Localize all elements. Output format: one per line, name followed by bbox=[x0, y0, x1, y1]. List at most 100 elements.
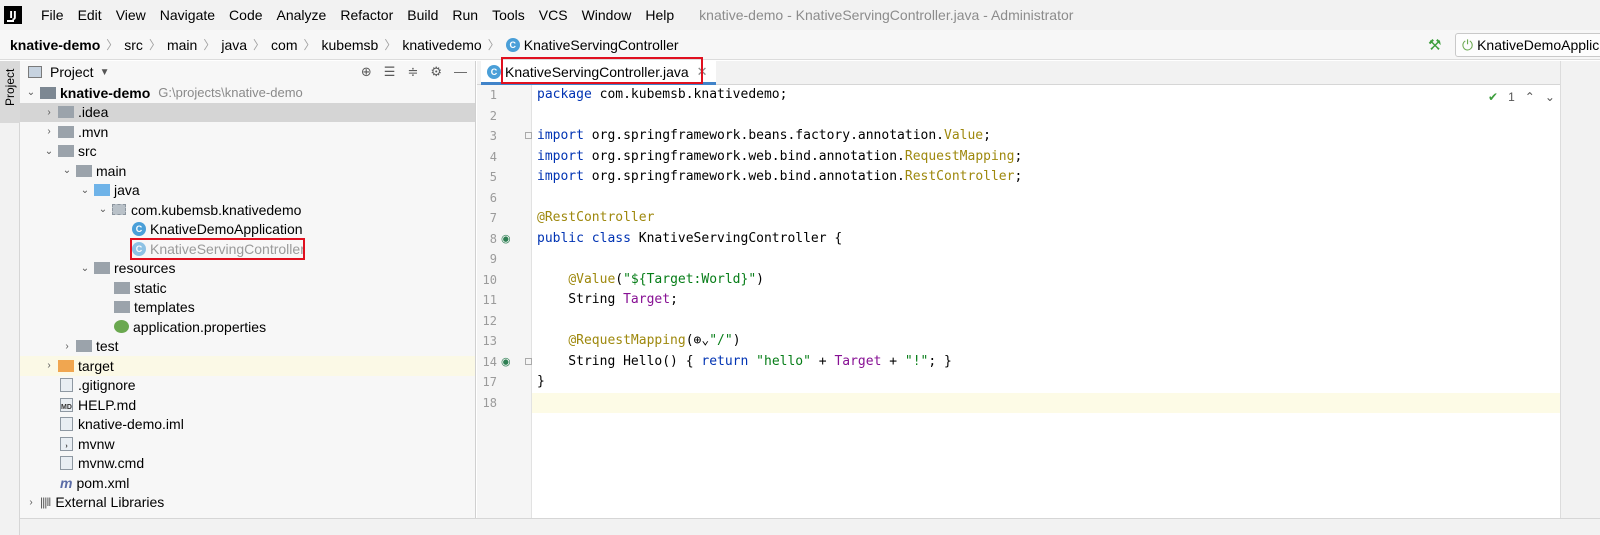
build-hammer-icon[interactable]: ⚒ bbox=[1428, 36, 1441, 54]
code-token: ; bbox=[1014, 148, 1023, 164]
chevron-down-icon[interactable]: ⌄ bbox=[78, 185, 92, 196]
tree-node-mvnw[interactable]: › mvnw bbox=[20, 434, 475, 454]
code-line[interactable]: package com.kubemsb.knativedemo; bbox=[532, 85, 1560, 105]
tree-node-java[interactable]: ⌄ java bbox=[20, 181, 475, 201]
chevron-down-icon[interactable]: ⌄ bbox=[60, 165, 74, 176]
code-line[interactable]: import org.springframework.web.bind.anno… bbox=[532, 167, 1560, 187]
menu-help[interactable]: Help bbox=[638, 7, 681, 23]
breadcrumb-java[interactable]: java bbox=[221, 37, 247, 53]
locate-file-icon[interactable]: ⊕ bbox=[361, 64, 372, 80]
breadcrumb-project[interactable]: knative-demo bbox=[10, 37, 100, 53]
spring-bean-gutter-icon[interactable]: ◉ bbox=[501, 229, 511, 249]
chevron-right-icon[interactable]: › bbox=[42, 107, 56, 118]
menu-file[interactable]: File bbox=[34, 7, 71, 23]
next-highlight-icon[interactable]: ⌄ bbox=[1545, 90, 1555, 104]
tree-node-external-libraries[interactable]: › |||‖ External Libraries bbox=[20, 493, 475, 513]
library-icon: |||‖ bbox=[40, 495, 51, 510]
close-icon[interactable]: ✕ bbox=[697, 64, 708, 80]
tree-node-src[interactable]: ⌄ src bbox=[20, 142, 475, 162]
spring-bean-gutter-icon[interactable]: ◉ bbox=[501, 352, 511, 372]
tree-node-project-root[interactable]: ⌄ knative-demo G:\projects\knative-demo bbox=[20, 83, 475, 103]
menu-code[interactable]: Code bbox=[222, 7, 269, 23]
code-token: ; bbox=[670, 292, 678, 307]
breadcrumb-main[interactable]: main bbox=[167, 37, 197, 53]
tree-node-iml[interactable]: knative-demo.iml bbox=[20, 415, 475, 435]
code-line[interactable] bbox=[532, 188, 1560, 208]
code-line[interactable]: @Value("${Target:World}") bbox=[532, 270, 1560, 290]
chevron-down-icon[interactable]: ⌄ bbox=[42, 146, 56, 157]
tree-node-mvn[interactable]: › .mvn bbox=[20, 122, 475, 142]
code-editor[interactable]: package com.kubemsb.knativedemo; import o… bbox=[532, 85, 1560, 535]
tree-node-test[interactable]: › test bbox=[20, 337, 475, 357]
menu-analyze[interactable]: Analyze bbox=[270, 7, 334, 23]
tree-node-demo-application[interactable]: C KnativeDemoApplication bbox=[20, 220, 475, 240]
code-line[interactable]: import org.springframework.beans.factory… bbox=[532, 126, 1560, 146]
breadcrumb-src[interactable]: src bbox=[124, 37, 143, 53]
code-line[interactable] bbox=[532, 311, 1560, 331]
tree-node-application-properties[interactable]: application.properties bbox=[20, 317, 475, 337]
fold-marker-icon[interactable] bbox=[525, 132, 532, 139]
breadcrumb-class[interactable]: C KnativeServingController bbox=[505, 37, 679, 53]
chevron-down-icon[interactable]: ⌄ bbox=[24, 87, 38, 98]
code-token: ) bbox=[756, 271, 764, 287]
expand-all-icon[interactable]: ☰ bbox=[384, 64, 396, 80]
markdown-icon: MD bbox=[60, 397, 73, 412]
fold-marker-icon[interactable] bbox=[525, 358, 532, 365]
run-configuration-selector[interactable]: ⏻ KnativeDemoApplic bbox=[1455, 33, 1600, 57]
project-panel-title[interactable]: Project bbox=[50, 64, 94, 80]
tree-node-mvnw-cmd[interactable]: mvnw.cmd bbox=[20, 454, 475, 474]
gear-icon[interactable]: ⚙ bbox=[430, 64, 442, 80]
code-line[interactable]: } bbox=[532, 372, 1560, 392]
excluded-folder-icon bbox=[58, 359, 74, 372]
tree-node-main[interactable]: ⌄ main bbox=[20, 161, 475, 181]
tree-node-serving-controller[interactable]: C KnativeServingController bbox=[20, 238, 475, 260]
menu-window[interactable]: Window bbox=[575, 7, 639, 23]
editor-tab-bar: C KnativeServingController.java ✕ bbox=[477, 57, 1600, 85]
tree-node-help-md[interactable]: MD HELP.md bbox=[20, 395, 475, 415]
code-line[interactable]: @RestController bbox=[532, 208, 1560, 228]
tree-node-package[interactable]: ⌄ com.kubemsb.knativedemo bbox=[20, 200, 475, 220]
chevron-right-icon[interactable]: › bbox=[60, 341, 74, 352]
collapse-all-icon[interactable]: ≑ bbox=[407, 64, 418, 80]
menu-tools[interactable]: Tools bbox=[485, 7, 532, 23]
menu-build[interactable]: Build bbox=[400, 7, 445, 23]
tree-node-idea[interactable]: › .idea bbox=[20, 102, 475, 122]
tree-node-templates[interactable]: templates bbox=[20, 298, 475, 318]
tree-node-target[interactable]: › target bbox=[20, 356, 475, 376]
code-line[interactable]: @RequestMapping(⊕⌄"/") bbox=[532, 331, 1560, 351]
chevron-down-icon[interactable]: ⌄ bbox=[78, 263, 92, 274]
code-token: Target bbox=[834, 353, 882, 369]
menu-run[interactable]: Run bbox=[445, 7, 485, 23]
code-line[interactable]: import org.springframework.web.bind.anno… bbox=[532, 147, 1560, 167]
code-line[interactable] bbox=[532, 392, 1560, 413]
previous-highlight-icon[interactable]: ⌃ bbox=[1525, 90, 1535, 104]
menu-refactor[interactable]: Refactor bbox=[333, 7, 400, 23]
breadcrumb-kubemsb[interactable]: kubemsb bbox=[322, 37, 379, 53]
menu-vcs[interactable]: VCS bbox=[532, 7, 575, 23]
hide-panel-icon[interactable]: — bbox=[454, 64, 467, 80]
tree-node-pom-xml[interactable]: m pom.xml bbox=[20, 473, 475, 493]
menu-bar: IJ File Edit View Navigate Code Analyze … bbox=[0, 0, 1600, 30]
code-line[interactable] bbox=[532, 106, 1560, 126]
code-line[interactable]: public class KnativeServingController { bbox=[532, 229, 1560, 249]
menu-navigate[interactable]: Navigate bbox=[153, 7, 222, 23]
project-tool-window-tab[interactable]: Project bbox=[0, 61, 20, 123]
chevron-down-icon[interactable]: ⌄ bbox=[96, 204, 110, 215]
chevron-right-icon[interactable]: › bbox=[42, 126, 56, 137]
tree-node-resources[interactable]: ⌄ resources bbox=[20, 259, 475, 279]
chevron-right-icon[interactable]: › bbox=[42, 360, 56, 371]
inspection-widget[interactable]: ✔ 1 ⌃ ⌄ bbox=[1488, 90, 1555, 104]
chevron-down-icon[interactable]: ▼ bbox=[100, 67, 110, 78]
tree-node-static[interactable]: static bbox=[20, 278, 475, 298]
code-line[interactable] bbox=[532, 249, 1560, 269]
code-line[interactable]: String Hello() { return "hello" + Target… bbox=[532, 352, 1560, 372]
menu-view[interactable]: View bbox=[109, 7, 153, 23]
breadcrumb-com[interactable]: com bbox=[271, 37, 297, 53]
menu-edit[interactable]: Edit bbox=[71, 7, 109, 23]
code-line[interactable]: String Target; bbox=[532, 290, 1560, 310]
tree-node-label: External Libraries bbox=[55, 494, 165, 511]
breadcrumb-knativedemo[interactable]: knativedemo bbox=[402, 37, 481, 53]
editor-tab-active[interactable]: C KnativeServingController.java ✕ bbox=[481, 61, 716, 85]
chevron-right-icon[interactable]: › bbox=[24, 497, 38, 508]
tree-node-gitignore[interactable]: .gitignore bbox=[20, 376, 475, 396]
